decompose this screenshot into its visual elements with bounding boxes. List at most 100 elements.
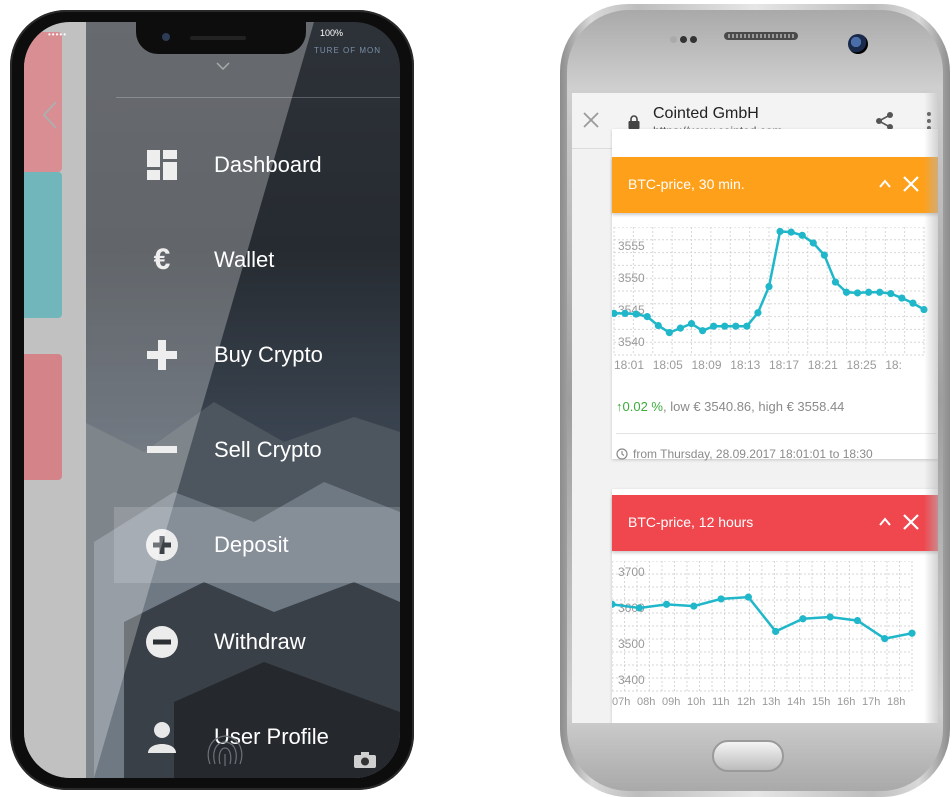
x-tick-label: 07h: [612, 696, 630, 708]
data-point: [809, 239, 817, 247]
data-point: [621, 309, 629, 317]
data-point: [676, 324, 685, 332]
front-camera: [162, 33, 170, 41]
x-tick-label: 18:05: [653, 358, 683, 372]
x-tick-label: 09h: [662, 696, 680, 708]
x-tick-label: 18:01: [614, 358, 644, 372]
btc-30min-line-chart: 354035453550355518:01 18:05 18:09 18:13 18:1…: [612, 227, 928, 372]
x-tick-label: 12h: [737, 696, 755, 708]
plus-icon: [144, 337, 180, 373]
menu-item-sell-crypto[interactable]: Sell Crypto: [114, 412, 400, 488]
time-range: from Thursday, 28.09.2017 18:01:01 to 18…: [616, 447, 873, 461]
price-stats: ↑0.02 %, low € 3540.86, high € 3558.44: [616, 399, 844, 414]
change-percent: 0.02 %: [622, 399, 663, 414]
data-point: [654, 321, 662, 330]
menu-item-label: Buy Crypto: [214, 342, 323, 367]
low-high-text: , low € 3540.86, high € 3558.44: [662, 399, 845, 414]
brand-tagline: TURE OF MON: [314, 46, 381, 55]
x-tick-label: 11h: [712, 696, 730, 708]
share-icon[interactable]: [875, 111, 895, 131]
chevron-up-icon[interactable]: [878, 515, 892, 529]
x-tick-label: 18:13: [730, 358, 760, 372]
data-point: [799, 615, 807, 623]
camera-icon[interactable]: [354, 752, 376, 768]
y-tick-label: 3700: [618, 565, 645, 579]
x-tick-label: 16h: [837, 696, 855, 708]
x-tick-label: 18:25: [847, 358, 877, 372]
menu-item-label: Withdraw: [214, 629, 306, 654]
menu-item-label: Dashboard: [214, 152, 322, 177]
menu-item-dashboard[interactable]: Dashboard: [114, 127, 400, 203]
data-point: [881, 635, 889, 643]
data-point: [798, 231, 806, 239]
price-card-30min: BTC-price, 30 min. 3540 3545 3550 3555 18:01…: [612, 129, 938, 461]
data-point: [744, 593, 752, 601]
data-point: [876, 288, 884, 296]
left-phone-screen: Dashboard € Wallet Buy Crypto Sell Crypt…: [24, 22, 400, 778]
data-point: [826, 613, 834, 621]
data-point: [820, 251, 828, 259]
data-point: [776, 227, 784, 236]
data-point: [662, 600, 671, 608]
background-card-teal: [24, 172, 62, 318]
y-tick-label: 3550: [618, 271, 645, 285]
close-icon[interactable]: [902, 175, 920, 193]
lock-icon: [628, 115, 640, 129]
x-tick-label: 18:: [885, 358, 902, 372]
x-tick-label: 15h: [812, 696, 830, 708]
menu-item-buy-crypto[interactable]: Buy Crypto: [114, 317, 400, 393]
y-tick-label: 3540: [618, 335, 645, 349]
x-tick-label: 14h: [787, 696, 805, 708]
chevron-down-icon[interactable]: [216, 62, 230, 70]
menu-item-withdraw[interactable]: Withdraw: [114, 604, 400, 680]
back-chevron-icon[interactable]: [40, 100, 60, 130]
data-point: [612, 600, 616, 608]
earpiece-speaker: [190, 36, 246, 40]
stats-divider: [616, 433, 936, 434]
data-point: [743, 322, 751, 330]
data-point: [772, 627, 780, 636]
right-phone-frame: Cointed GmbH https://www.cointed.com BTC…: [560, 4, 950, 797]
data-point: [865, 288, 873, 296]
x-tick-label: 10h: [687, 696, 705, 708]
data-point: [831, 278, 840, 286]
data-point: [898, 294, 906, 302]
data-point: [732, 322, 740, 330]
background-app-panel: [24, 22, 86, 778]
close-icon[interactable]: [582, 111, 600, 129]
chevron-up-icon[interactable]: [878, 177, 892, 191]
x-tick-label: 18:09: [692, 358, 722, 372]
phone-notch: [136, 22, 306, 54]
data-point: [643, 313, 651, 321]
menu-item-label: Wallet: [214, 247, 275, 272]
composite-screenshot: Dashboard € Wallet Buy Crypto Sell Crypt…: [0, 0, 952, 797]
menu-item-wallet[interactable]: € Wallet: [114, 222, 400, 298]
battery-status: 100%: [320, 28, 344, 38]
series-line: [614, 230, 925, 335]
data-point: [853, 289, 862, 297]
home-button[interactable]: [712, 740, 784, 772]
background-card-red-lower: [24, 354, 62, 480]
sensor-dots: [670, 30, 700, 48]
data-point: [687, 320, 696, 328]
minus-circle-icon: [144, 624, 180, 660]
menu-item-label: Sell Crypto: [214, 437, 322, 462]
x-tick-label: 18:17: [769, 358, 799, 372]
x-tick-label: 13h: [762, 696, 780, 708]
data-point: [909, 299, 917, 307]
y-tick-label: 3500: [618, 637, 645, 651]
data-point: [721, 322, 729, 330]
data-point: [754, 309, 762, 317]
close-icon[interactable]: [902, 513, 920, 531]
fingerprint-icon: [207, 735, 243, 766]
front-camera: [848, 34, 868, 54]
data-point: [665, 329, 673, 337]
card-title: BTC-price, 12 hours: [628, 514, 754, 530]
site-title: Cointed GmbH: [653, 105, 759, 122]
menu-item-deposit[interactable]: Deposit: [114, 507, 400, 583]
clock-icon: [616, 448, 628, 460]
card-header: BTC-price, 30 min.: [612, 157, 938, 213]
card-title: BTC-price, 30 min.: [628, 176, 745, 192]
data-point: [698, 327, 707, 335]
x-tick-label: 17h: [862, 696, 880, 708]
